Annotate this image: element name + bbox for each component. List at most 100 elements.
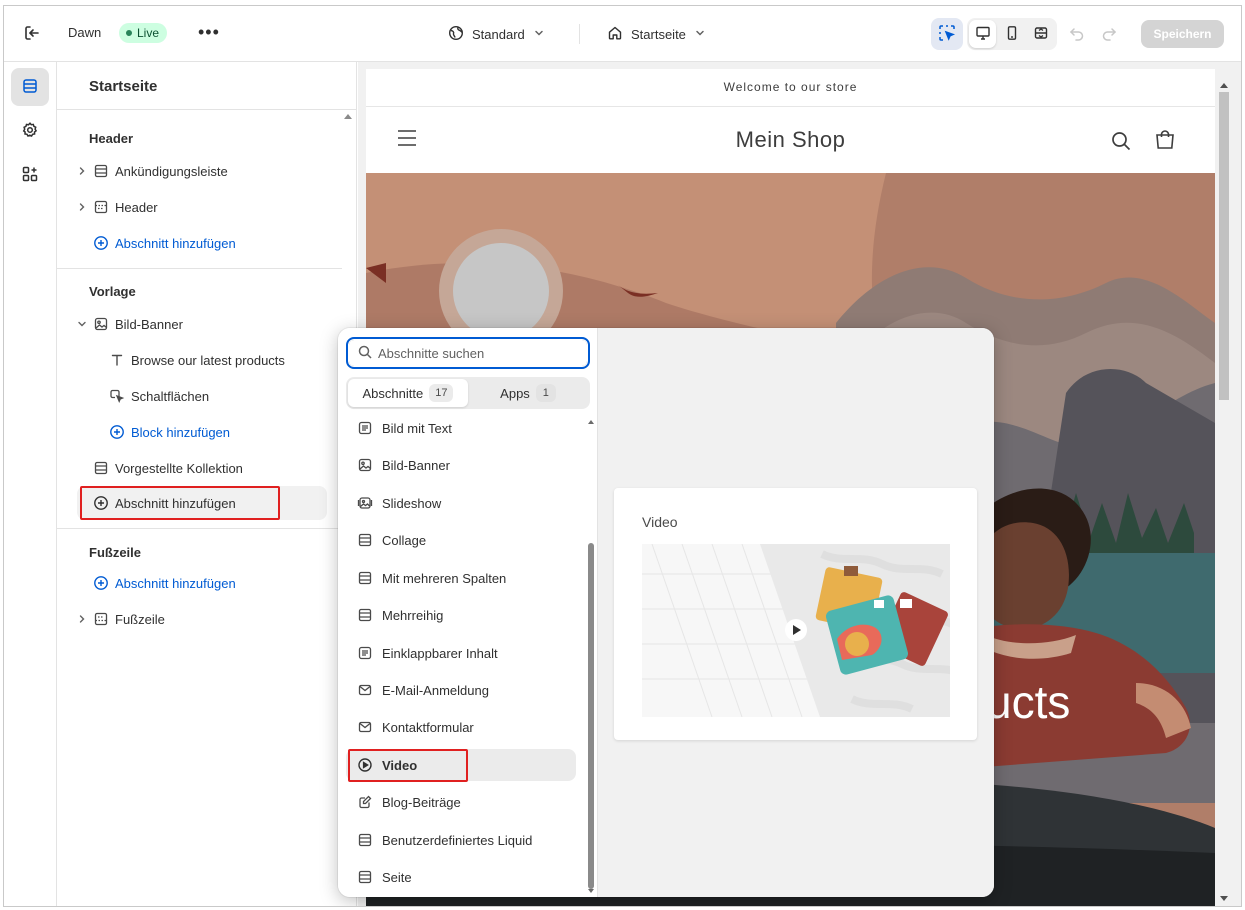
hero-heading-text: ucts [986,676,1070,728]
group-title-header: Header [89,131,134,146]
search-icon[interactable] [1111,131,1131,154]
section-image-banner[interactable]: Bild-Banner [75,307,183,341]
highlight-frame [80,486,280,520]
scroll-down-arrow-icon[interactable] [1220,890,1228,905]
rows-icon [357,607,373,623]
section-header[interactable]: Header [75,190,158,224]
slideshow-icon [357,495,373,511]
section-option-custom-liquid[interactable]: Benutzerdefiniertes Liquid [346,824,576,856]
section-option-image-with-text[interactable]: Bild mit Text [346,412,576,444]
preview-scrollbar-thumb[interactable] [1219,92,1229,400]
section-search-field[interactable] [346,337,590,369]
add-block-label: Block hinzufügen [131,424,231,440]
announcement-bar: Welcome to our store [366,69,1215,107]
plus-circle-icon [93,235,109,251]
list-scroll-up-icon[interactable] [588,420,594,424]
highlight-frame [348,749,468,782]
undo-icon[interactable] [1068,24,1086,42]
tab-sections[interactable]: Abschnitte 17 [348,379,468,407]
group-divider [57,528,342,529]
section-option-label: Blog-Beiträge [382,794,461,810]
section-option-label: Einklappbarer Inhalt [382,645,498,661]
section-option-label: Mit mehreren Spalten [382,570,507,586]
inspector-toggle[interactable] [931,18,963,50]
section-option-label: Bild mit Text [382,420,452,436]
section-option-label: Collage [382,532,427,548]
section-option-collage[interactable]: Collage [346,524,576,556]
sidebar-title: Startseite [89,78,158,95]
section-footer[interactable]: Fußzeile [75,602,165,636]
page-selector[interactable]: Startseite [607,23,706,45]
block-buttons[interactable]: Schaltflächen [109,379,209,413]
section-option-page[interactable]: Seite [346,861,576,893]
redo-icon[interactable] [1100,24,1118,42]
section-announcement-bar[interactable]: Ankündigungsleiste [75,154,228,188]
chevron-right-icon[interactable] [75,614,89,624]
tab-apps[interactable]: Apps 1 [468,379,588,407]
chevron-right-icon[interactable] [75,166,89,176]
plus-circle-icon [109,424,125,440]
section-option-contact-form[interactable]: Kontaktformular [346,711,576,743]
footer-layout-icon [93,611,109,627]
group-title-template: Vorlage [89,284,136,299]
more-actions-button[interactable]: ••• [198,22,220,42]
fullscreen-view-button[interactable] [1028,20,1055,48]
video-preview-illustration [642,544,950,717]
group-title-footer: Fußzeile [89,545,142,560]
list-scrollbar-thumb[interactable] [588,543,594,889]
section-option-slideshow[interactable]: Slideshow [346,487,576,519]
section-option-image-banner[interactable]: Bild-Banner [346,449,576,481]
preview-card-title: Video [642,514,678,530]
top-bar: Dawn Live ••• Standard Startseite Speich… [4,6,1241,62]
video-preview-thumbnail [642,544,950,717]
section-option-multicolumn[interactable]: Mit mehreren Spalten [346,562,576,594]
section-option-multirow[interactable]: Mehrreihig [346,599,576,631]
scroll-up-arrow-icon[interactable] [344,114,352,119]
layout-icon [357,869,373,885]
left-rail [4,62,57,906]
add-section-header-button[interactable]: Abschnitt hinzufügen [93,226,236,260]
plus-circle-icon [93,575,109,591]
group-divider [57,268,342,269]
store-logo[interactable]: Mein Shop [366,127,1215,153]
chevron-down-icon [694,27,706,42]
save-button[interactable]: Speichern [1141,20,1224,48]
section-sidebar: Startseite Header Ankündigungsleiste Hea… [57,62,357,906]
home-icon [607,25,623,44]
add-section-footer-button[interactable]: Abschnitt hinzufügen [93,566,236,600]
section-option-collapsible-content[interactable]: Einklappbarer Inhalt [346,637,576,669]
edit-icon [357,794,373,810]
apps-tab[interactable] [11,156,49,194]
live-dot-icon [126,30,132,36]
sections-tab[interactable] [11,68,49,106]
list-scroll-down-icon[interactable] [588,889,594,893]
text-t-icon [109,352,125,368]
section-layout-icon [93,460,109,476]
columns-icon [357,570,373,586]
exit-icon[interactable] [22,23,42,43]
section-option-blog-posts[interactable]: Blog-Beiträge [346,786,576,818]
tab-label: Apps [500,385,530,401]
mobile-icon [1004,25,1020,44]
layout-icon [357,532,373,548]
section-featured-collection[interactable]: Vorgestellte Kollektion [93,451,243,485]
tab-label: Abschnitte [362,385,424,401]
section-list-panel: Abschnitte 17 Apps 1 Bild mit Text Bild-… [338,328,598,897]
chevron-right-icon[interactable] [75,202,89,212]
scroll-up-arrow-icon[interactable] [1220,76,1228,91]
search-icon [358,345,372,362]
theme-settings-tab[interactable] [11,112,49,150]
version-label: Standard [472,26,525,42]
section-option-email-signup[interactable]: E-Mail-Anmeldung [346,674,576,706]
cart-icon[interactable] [1154,129,1176,154]
section-option-label: E-Mail-Anmeldung [382,682,489,698]
chevron-down-icon[interactable] [75,319,89,329]
add-section-label: Abschnitt hinzufügen [115,575,236,591]
block-heading[interactable]: Browse our latest products [109,343,285,377]
desktop-view-button[interactable] [969,20,997,48]
version-selector[interactable]: Standard [448,23,545,45]
section-search-input[interactable] [378,345,578,361]
mobile-view-button[interactable] [998,20,1025,48]
add-block-button[interactable]: Block hinzufügen [109,415,230,449]
section-option-label: Bild-Banner [382,457,450,473]
